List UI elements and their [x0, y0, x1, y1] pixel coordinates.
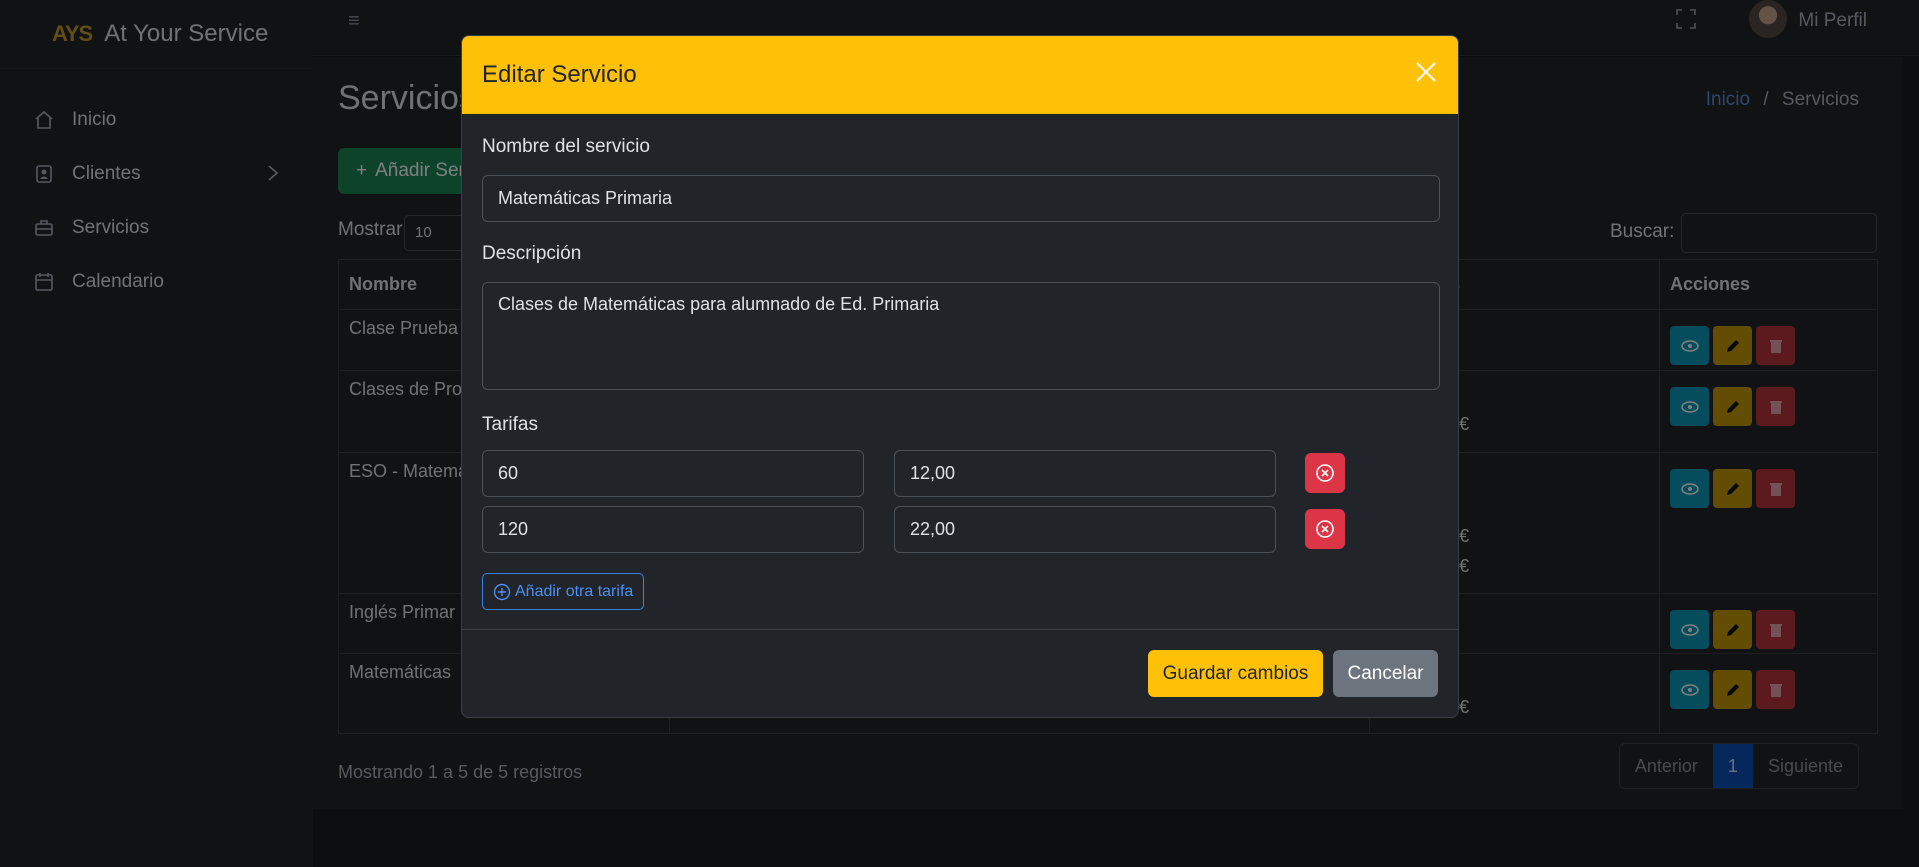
modal-header: Editar Servicio: [462, 36, 1458, 114]
cancel-button[interactable]: Cancelar: [1333, 650, 1438, 697]
close-icon[interactable]: [1414, 60, 1438, 89]
tarifa-price-input[interactable]: 12,00: [894, 450, 1276, 497]
plus-circle-icon: [493, 583, 511, 600]
description-textarea[interactable]: Clases de Matemáticas para alumnado de E…: [482, 282, 1440, 390]
modal-footer: Guardar cambios Cancelar: [462, 629, 1458, 717]
remove-tarifa-button[interactable]: [1305, 509, 1345, 549]
tarifa-minutes-input[interactable]: 60: [482, 450, 864, 497]
save-changes-button[interactable]: Guardar cambios: [1148, 650, 1323, 697]
modal-title: Editar Servicio: [482, 61, 637, 88]
description-label: Descripción: [482, 243, 582, 264]
service-name-input[interactable]: Matemáticas Primaria: [482, 175, 1440, 222]
x-circle-icon: [1316, 520, 1334, 538]
edit-service-modal: Editar Servicio Nombre del servicio Mate…: [461, 35, 1459, 718]
add-tarifa-button[interactable]: Añadir otra tarifa: [482, 573, 645, 610]
service-name-label: Nombre del servicio: [482, 136, 650, 157]
modal-body: Nombre del servicio Matemáticas Primaria…: [462, 114, 1458, 630]
tarifa-price-input[interactable]: 22,00: [894, 506, 1276, 553]
remove-tarifa-button[interactable]: [1305, 453, 1345, 493]
tarifa-minutes-input[interactable]: 120: [482, 506, 864, 553]
tarifas-label: Tarifas: [482, 414, 538, 435]
x-circle-icon: [1316, 464, 1334, 482]
add-tarifa-label: Añadir otra tarifa: [515, 582, 634, 600]
